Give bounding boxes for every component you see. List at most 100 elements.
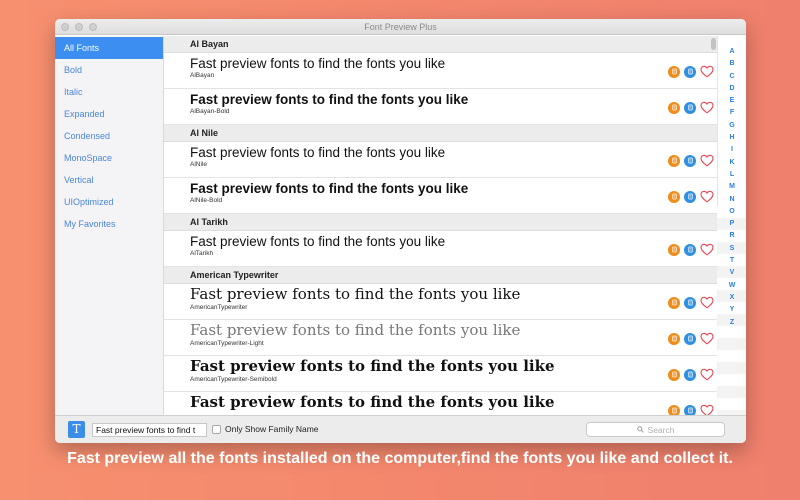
alphabet-letter-t[interactable]: T [718,255,746,267]
family-name-toggle[interactable]: Only Show Family Name [212,424,319,434]
title-bar: Font Preview Plus [55,19,746,35]
copy-icon[interactable] [668,404,680,415]
copy-icon[interactable] [668,296,680,309]
info-icon[interactable] [684,332,696,345]
info-icon[interactable] [684,243,696,256]
font-name-label: AlTarikh [190,250,214,257]
info-icon[interactable] [684,101,696,114]
search-input[interactable]: Search [586,422,725,437]
font-row[interactable]: Fast preview fonts to find the fonts you… [164,89,717,125]
alphabet-letter-d[interactable]: D [718,83,746,95]
sidebar-item-vertical[interactable]: Vertical [55,169,163,191]
alphabet-letter-k[interactable]: K [718,157,746,169]
favorite-heart-icon[interactable] [700,243,714,256]
alphabet-letter-f[interactable]: F [718,107,746,119]
alphabet-letter-i[interactable]: I [718,144,746,156]
font-sample-text: Fast preview fonts to find the fonts you… [190,285,521,303]
font-name-label: AlNile [190,161,207,168]
promo-caption: Fast preview all the fonts installed on … [67,450,733,467]
alphabet-letter-a[interactable]: A [718,46,746,58]
close-window-button[interactable] [61,23,69,31]
copy-icon[interactable] [668,154,680,167]
sidebar-item-bold[interactable]: Bold [55,59,163,81]
alphabet-letter-r[interactable]: R [718,230,746,242]
row-actions [668,243,714,256]
alphabet-letter-e[interactable]: E [718,95,746,107]
alphabet-letter-p[interactable]: P [718,218,746,230]
alphabet-letter-w[interactable]: W [718,280,746,292]
row-actions [668,368,714,381]
sidebar-item-uioptimized[interactable]: UIOptimized [55,191,163,213]
font-row[interactable]: Fast preview fonts to find the fonts you… [164,284,717,320]
info-icon[interactable] [684,404,696,415]
info-icon[interactable] [684,65,696,78]
copy-icon[interactable] [668,368,680,381]
list-scrollbar[interactable] [711,38,716,50]
row-actions [668,101,714,114]
minimize-window-button[interactable] [75,23,83,31]
font-name-label: AmericanTypewriter-Light [190,340,264,347]
copy-icon[interactable] [668,243,680,256]
font-row[interactable]: Fast preview fonts to find the fonts you… [164,142,717,178]
alphabet-letter-s[interactable]: S [718,243,746,255]
font-list[interactable]: Al Bayan Fast preview fonts to find the f… [164,36,717,415]
row-actions [668,154,714,167]
favorite-heart-icon[interactable] [700,154,714,167]
favorite-heart-icon[interactable] [700,296,714,309]
row-actions [668,296,714,309]
alphabet-letter-g[interactable]: G [718,120,746,132]
favorite-heart-icon[interactable] [700,368,714,381]
alphabet-letter-y[interactable]: Y [718,304,746,316]
favorite-heart-icon[interactable] [700,65,714,78]
font-sample-text: Fast preview fonts to find the fonts you… [190,321,521,339]
alphabet-letter-z[interactable]: Z [718,317,746,329]
window-title: Font Preview Plus [364,22,437,32]
favorite-heart-icon[interactable] [700,332,714,345]
font-row[interactable]: Fast preview fonts to find the fonts you… [164,53,717,89]
only-family-checkbox[interactable] [212,424,221,434]
alphabet-letter-b[interactable]: B [718,58,746,70]
info-icon[interactable] [684,368,696,381]
favorite-heart-icon[interactable] [700,404,714,415]
alphabet-letter-v[interactable]: V [718,267,746,279]
sidebar-item-expanded[interactable]: Expanded [55,103,163,125]
sidebar-item-italic[interactable]: Italic [55,81,163,103]
alphabet-letter-m[interactable]: M [718,181,746,193]
favorite-heart-icon[interactable] [700,190,714,203]
alphabet-letter-c[interactable]: C [718,71,746,83]
info-icon[interactable] [684,190,696,203]
sidebar-item-monospace[interactable]: MonoSpace [55,147,163,169]
alphabet-letter-l[interactable]: L [718,169,746,181]
font-family-header: Al Bayan [164,36,717,53]
preview-text-input[interactable]: Fast preview fonts to find t [92,423,207,437]
text-style-button[interactable]: T [68,421,85,438]
font-row[interactable]: Fast preview fonts to find the fonts you… [164,231,717,267]
sidebar-item-condensed[interactable]: Condensed [55,125,163,147]
font-row[interactable]: Fast preview fonts to find the fonts you… [164,320,717,356]
alphabet-letter-n[interactable]: N [718,194,746,206]
font-name-label: AlBayan-Bold [190,108,230,115]
font-family-header: Al Nile [164,125,717,142]
main-content: All Fonts Bold Italic Expanded Condensed Mono… [55,36,746,415]
font-name-label: AlNile-Bold [190,197,223,204]
copy-icon[interactable] [668,101,680,114]
row-actions [668,65,714,78]
font-row[interactable]: Fast preview fonts to find the fonts you… [164,178,717,214]
alphabet-letter-h[interactable]: H [718,132,746,144]
copy-icon[interactable] [668,190,680,203]
zoom-window-button[interactable] [89,23,97,31]
info-icon[interactable] [684,296,696,309]
search-icon [636,426,644,433]
sidebar-item-my-favorites[interactable]: My Favorites [55,213,163,235]
font-row[interactable]: Fast preview fonts to find the fonts you… [164,392,717,415]
info-icon[interactable] [684,154,696,167]
copy-icon[interactable] [668,65,680,78]
sidebar-item-all-fonts[interactable]: All Fonts [55,37,163,59]
font-sample-text: Fast preview fonts to find the fonts you… [190,393,555,411]
font-row[interactable]: Fast preview fonts to find the fonts you… [164,356,717,392]
favorite-heart-icon[interactable] [700,101,714,114]
alphabet-letter-x[interactable]: X [718,292,746,304]
bottom-toolbar: T Fast preview fonts to find t Only Show… [55,415,746,443]
alphabet-letter-o[interactable]: O [718,206,746,218]
copy-icon[interactable] [668,332,680,345]
